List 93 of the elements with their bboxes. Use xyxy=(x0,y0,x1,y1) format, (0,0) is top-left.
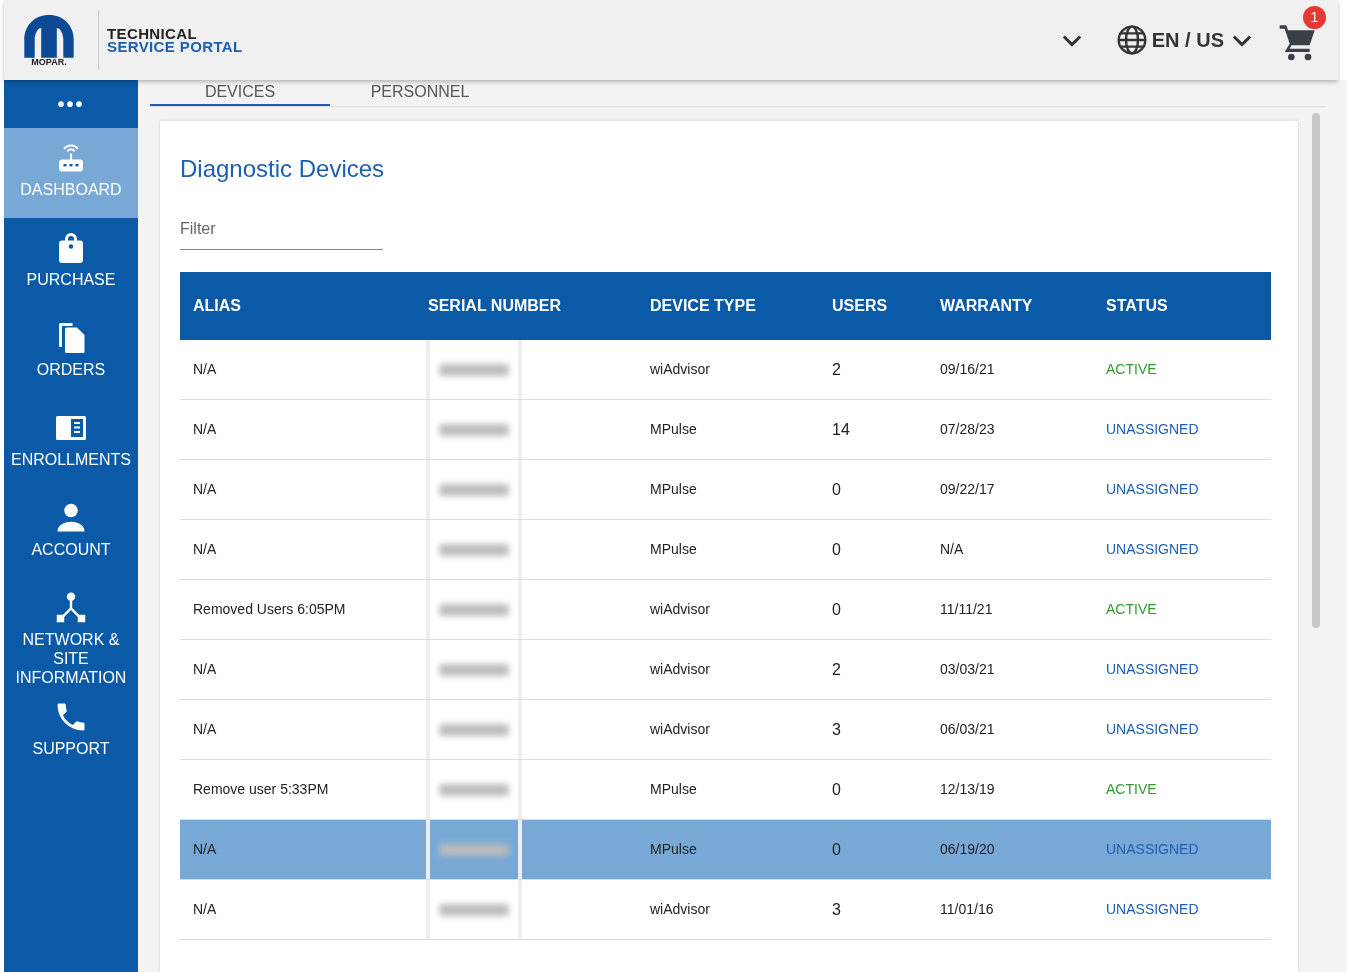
table-row[interactable]: N/A MPulse 0 N/A UNASSIGNED xyxy=(180,519,1271,580)
redacted-serial-mark xyxy=(439,843,509,856)
table-cell: N/A xyxy=(180,519,428,580)
table-row[interactable]: N/A MPulse 14 07/28/23 UNASSIGNED xyxy=(180,399,1271,460)
cart-icon xyxy=(1278,22,1318,62)
status-text: UNASSIGNED xyxy=(1106,841,1199,857)
redacted-serial-mark xyxy=(439,603,509,616)
sidebar-item[interactable]: ENROLLMENTS xyxy=(4,398,138,488)
column-header: DEVICE TYPE xyxy=(650,272,832,340)
table-cell: wiAdvisor xyxy=(650,639,832,700)
table-cell: MPulse xyxy=(650,759,832,820)
redacted-serial-mark xyxy=(439,363,509,376)
sidebar-item[interactable]: SUPPORT xyxy=(4,687,138,777)
redacted-serial-mark xyxy=(439,483,509,496)
table-cell: 0 xyxy=(832,519,940,580)
status-text: UNASSIGNED xyxy=(1106,661,1199,677)
table-cell: N/A xyxy=(180,879,428,940)
column-header: SERIAL NUMBER xyxy=(428,272,650,340)
redacted-serial-mark xyxy=(439,723,509,736)
redacted-serial-mark xyxy=(439,543,509,556)
table-cell: 3 xyxy=(832,879,940,940)
table-cell: 09/16/21 xyxy=(940,340,1106,400)
card-title: Diagnostic Devices xyxy=(180,154,386,184)
tab[interactable]: DEVICES xyxy=(150,80,330,106)
table-cell: N/A xyxy=(180,639,428,700)
sidebar-item[interactable]: ACCOUNT xyxy=(4,488,138,578)
sidebar-item[interactable]: NETWORK & SITE INFORMATION xyxy=(4,578,138,687)
table-cell: 0 xyxy=(832,579,940,640)
table-cell: 0 xyxy=(832,819,940,880)
logo-icon xyxy=(23,13,75,60)
table-cell: MPulse xyxy=(650,459,832,520)
redacted-serial-mark xyxy=(439,423,509,436)
column-header: WARRANTY xyxy=(940,272,1106,340)
status-text: UNASSIGNED xyxy=(1106,541,1199,557)
table-cell: 0 xyxy=(832,459,940,520)
globe-icon xyxy=(1115,24,1148,56)
status-text: ACTIVE xyxy=(1106,781,1157,797)
table-row[interactable]: N/A wiAdvisor 2 03/03/21 UNASSIGNED xyxy=(180,639,1271,700)
table-row[interactable]: N/A MPulse 0 09/22/17 UNASSIGNED xyxy=(180,459,1271,520)
column-header: USERS xyxy=(832,272,940,340)
table-cell: wiAdvisor xyxy=(650,340,832,400)
column-header: STATUS xyxy=(1106,272,1271,340)
table-cell: Removed Users 6:05PM xyxy=(180,579,428,640)
table-cell: 07/28/23 xyxy=(940,399,1106,460)
table-cell: N/A xyxy=(180,459,428,520)
table-cell: N/A xyxy=(180,819,428,880)
table-cell: wiAdvisor xyxy=(650,879,832,940)
table-cell: N/A xyxy=(180,340,428,400)
table-cell: N/A xyxy=(180,399,428,460)
table-cell: wiAdvisor xyxy=(650,579,832,640)
sidebar-item[interactable]: PURCHASE xyxy=(4,218,138,308)
tab[interactable]: PERSONNEL xyxy=(330,80,510,106)
table-cell: 3 xyxy=(832,699,940,760)
filter-field[interactable]: Filter xyxy=(180,217,383,250)
table-cell: 14 xyxy=(832,399,940,460)
table-cell: N/A xyxy=(940,519,1106,580)
table-cell: MPulse xyxy=(650,399,832,460)
table-cell: 11/11/21 xyxy=(940,579,1106,640)
status-text: UNASSIGNED xyxy=(1106,481,1199,497)
status-text: UNASSIGNED xyxy=(1106,421,1199,437)
table-cell: 0 xyxy=(832,759,940,820)
redacted-serial-mark xyxy=(439,783,509,796)
redacted-serial-mark xyxy=(439,903,509,916)
logo-text: MOPAR. xyxy=(31,57,67,67)
portal-subtitle: SERVICE PORTAL xyxy=(107,40,243,53)
more-menu-button[interactable]: ••• xyxy=(4,80,138,128)
status-text: UNASSIGNED xyxy=(1106,721,1199,737)
table-cell: Remove user 5:33PM xyxy=(180,759,428,820)
redacted-serial-mark xyxy=(439,663,509,676)
sidebar-item[interactable]: ORDERS xyxy=(4,308,138,398)
table-cell: MPulse xyxy=(650,519,832,580)
language-selector[interactable]: EN / US xyxy=(1115,24,1256,56)
table-cell: 03/03/21 xyxy=(940,639,1106,700)
status-text: ACTIVE xyxy=(1106,601,1157,617)
table-cell: N/A xyxy=(180,699,428,760)
table-cell: 06/03/21 xyxy=(940,699,1106,760)
portal-title: TECHNICAL xyxy=(107,27,199,40)
table-cell: 06/19/20 xyxy=(940,819,1106,880)
cart-count-badge: 1 xyxy=(1303,6,1326,29)
table-cell: MPulse xyxy=(650,819,832,880)
table-cell: 11/01/16 xyxy=(940,879,1106,940)
table-cell: wiAdvisor xyxy=(650,699,832,760)
status-text: ACTIVE xyxy=(1106,361,1157,377)
table-row[interactable]: N/A wiAdvisor 2 09/16/21 ACTIVE xyxy=(180,340,1271,400)
table-row[interactable]: N/A wiAdvisor 3 11/01/16 UNASSIGNED xyxy=(180,879,1271,940)
table-cell: 12/13/19 xyxy=(940,759,1106,820)
table-row[interactable]: N/A wiAdvisor 3 06/03/21 UNASSIGNED xyxy=(180,699,1271,760)
table-row[interactable]: Removed Users 6:05PM wiAdvisor 0 11/11/21 ACTIVE xyxy=(180,579,1271,640)
column-header: ALIAS xyxy=(180,272,428,340)
table-cell: 09/22/17 xyxy=(940,459,1106,520)
table-cell: 2 xyxy=(832,340,940,400)
table-cell: 2 xyxy=(832,639,940,700)
status-text: UNASSIGNED xyxy=(1106,901,1199,917)
